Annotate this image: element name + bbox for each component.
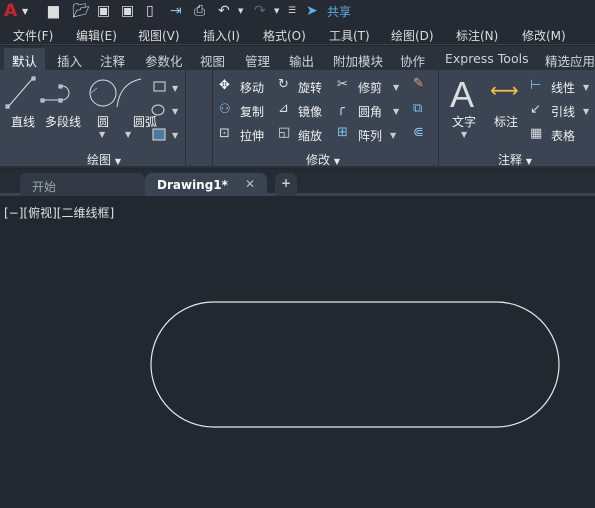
drawing-canvas[interactable] [0,0,595,508]
stadium-shape [150,301,560,428]
